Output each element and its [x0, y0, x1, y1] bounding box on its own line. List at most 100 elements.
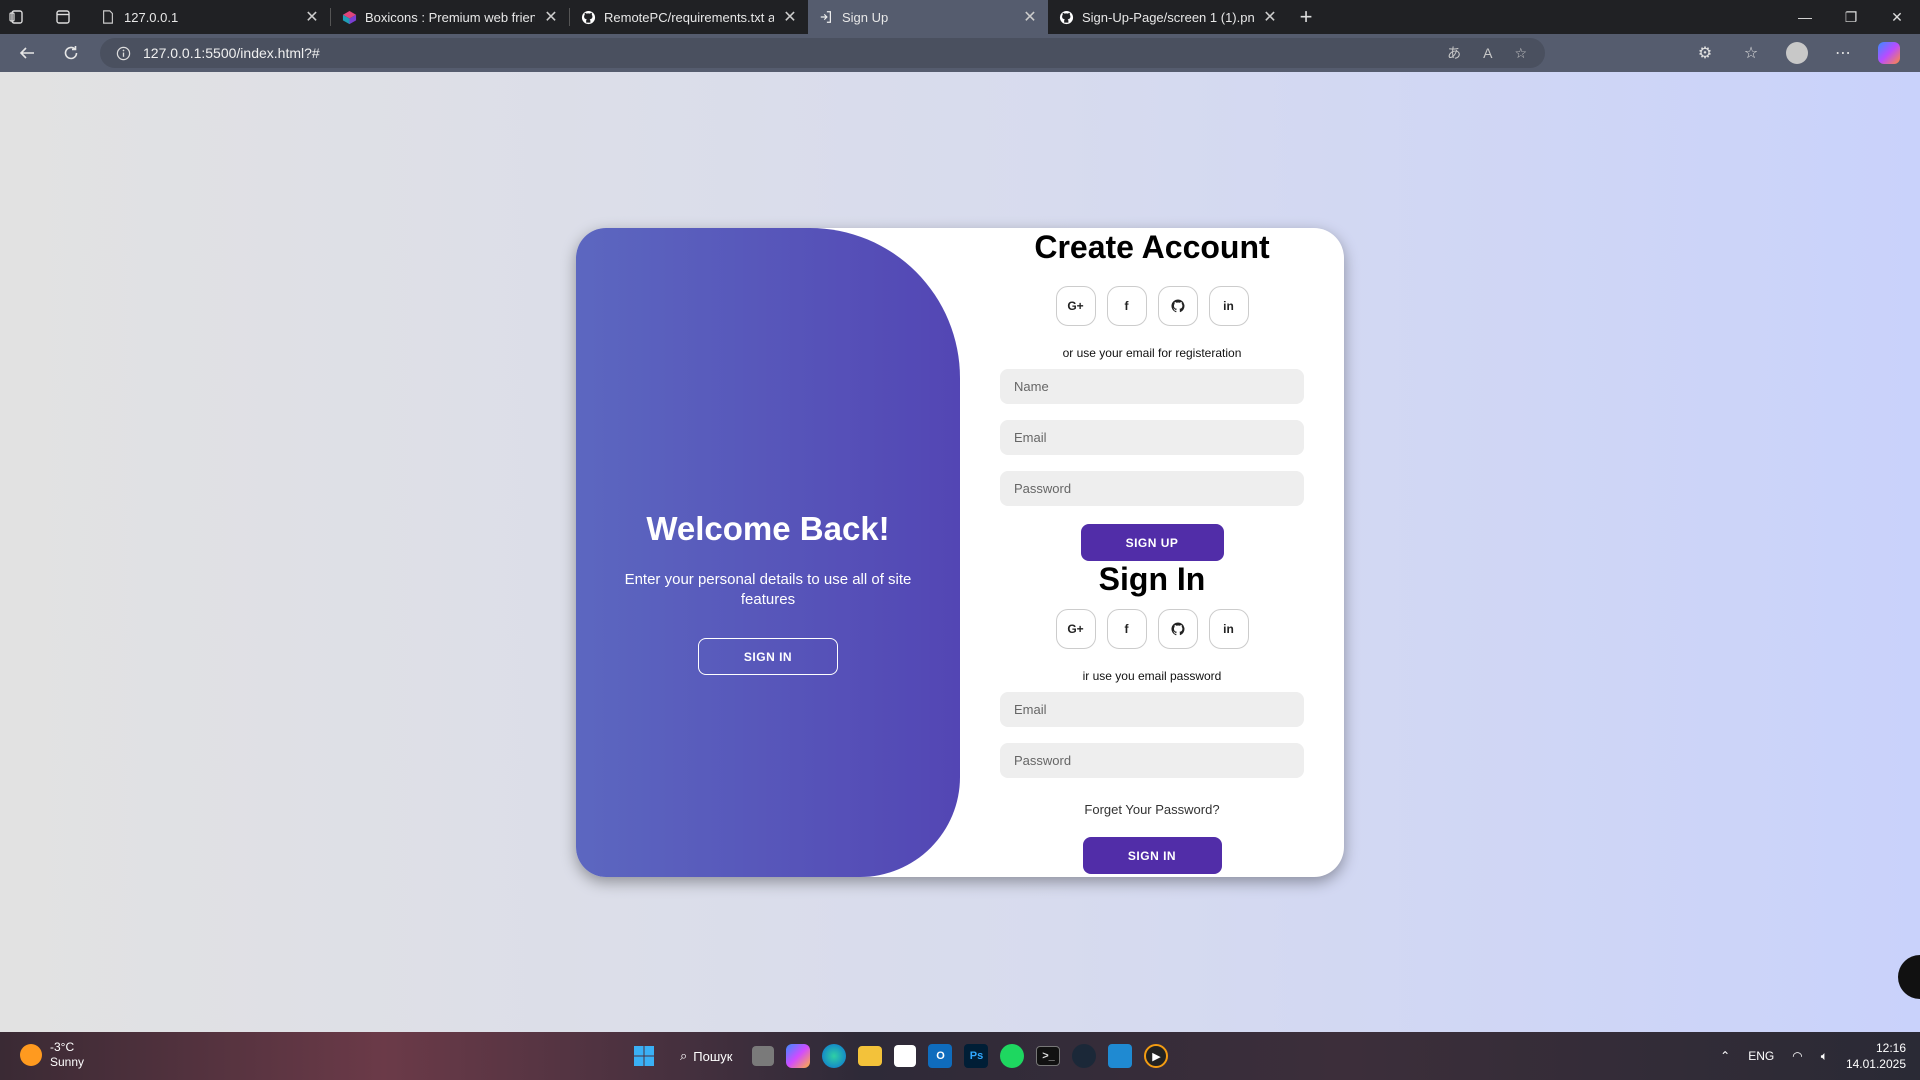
- close-tab-icon[interactable]: ✕: [543, 7, 559, 27]
- close-window-button[interactable]: ✕: [1874, 0, 1920, 34]
- signin-email-field[interactable]: [1000, 692, 1304, 727]
- signup-password-field[interactable]: [1000, 471, 1304, 506]
- sign-in-title: Sign In: [1098, 561, 1206, 597]
- translate-icon[interactable]: あ: [1447, 43, 1461, 63]
- edge-browser-icon[interactable]: [822, 1044, 847, 1068]
- toggle-panel: Welcome Back! Enter your personal detail…: [576, 228, 960, 877]
- welcome-text: Enter your personal details to use all o…: [624, 571, 912, 608]
- clock-date: 14.01.2025: [1845, 1057, 1906, 1071]
- url-field[interactable]: 127.0.0.1:5500/index.html?# あ A ☆: [100, 38, 1545, 68]
- spotify-icon[interactable]: [1000, 1044, 1025, 1068]
- photoshop-icon[interactable]: Ps: [964, 1044, 989, 1068]
- sign-in-button[interactable]: SIGN IN: [1082, 837, 1222, 874]
- github-icon: [1058, 9, 1074, 25]
- sign-up-button[interactable]: SIGN UP: [1080, 524, 1224, 561]
- media-player-icon[interactable]: ▶: [1144, 1044, 1169, 1068]
- minimize-button[interactable]: —: [1782, 0, 1828, 34]
- tab-4-active[interactable]: Sign Up ✕: [808, 0, 1048, 34]
- google-plus-icon[interactable]: G+: [1055, 609, 1096, 649]
- signin-password-field[interactable]: [1000, 743, 1304, 778]
- taskbar: -3°C Sunny ⌕ Пошук O Ps >_ ▶ ⌃ ENG ◠ 🔈︎ …: [0, 1032, 1920, 1080]
- linkedin-icon[interactable]: in: [1208, 286, 1249, 326]
- new-tab-button[interactable]: +: [1288, 0, 1324, 34]
- boxicons-icon: [341, 9, 357, 25]
- google-plus-icon[interactable]: G+: [1055, 286, 1096, 326]
- signup-name-field[interactable]: [1000, 369, 1304, 404]
- outlook-icon[interactable]: O: [928, 1044, 953, 1068]
- more-menu-icon[interactable]: ⋯: [1820, 34, 1866, 72]
- github-icon: [580, 9, 596, 25]
- chevron-up-icon[interactable]: ⌃: [1720, 1049, 1730, 1063]
- page-viewport: Welcome Back! Enter your personal detail…: [0, 72, 1920, 1032]
- welcome-title: Welcome Back!: [646, 510, 890, 547]
- facebook-icon[interactable]: f: [1106, 609, 1147, 649]
- close-tab-icon[interactable]: ✕: [1022, 7, 1038, 27]
- weather-widget[interactable]: -3°C Sunny: [20, 1040, 84, 1070]
- toggle-sign-in-button[interactable]: SIGN IN: [698, 638, 838, 675]
- signin-page-icon: [818, 9, 834, 25]
- language-indicator[interactable]: ENG: [1748, 1049, 1774, 1063]
- signup-social-icons: G+ f in: [1055, 286, 1249, 326]
- signin-hint: ir use you email password: [1082, 669, 1222, 683]
- facebook-icon[interactable]: f: [1106, 286, 1147, 326]
- back-button[interactable]: [5, 34, 49, 72]
- microsoft-store-icon[interactable]: [894, 1045, 917, 1067]
- volume-icon[interactable]: 🔈︎: [1821, 1049, 1828, 1064]
- sun-icon: [20, 1044, 42, 1066]
- tab-title: 127.0.0.1: [124, 9, 179, 25]
- signup-email-field[interactable]: [1000, 420, 1304, 455]
- favorite-star-icon[interactable]: ☆: [1514, 45, 1527, 62]
- close-tab-icon[interactable]: ✕: [782, 7, 798, 27]
- workspaces-icon[interactable]: [0, 0, 34, 34]
- signin-social-icons: G+ f in: [1055, 609, 1249, 649]
- forgot-password-link[interactable]: Forget Your Password?: [1084, 802, 1219, 817]
- search-icon: ⌕: [680, 1048, 688, 1063]
- tab-title: RemotePC/requirements.txt at ma: [604, 9, 774, 25]
- tab-title: Boxicons : Premium web friendly i: [365, 9, 535, 25]
- tab-5[interactable]: Sign-Up-Page/screen 1 (1).png at ✕: [1048, 0, 1288, 34]
- taskbar-search[interactable]: ⌕ Пошук: [672, 1040, 740, 1072]
- copilot-icon[interactable]: [1878, 42, 1900, 64]
- system-tray: ⌃ ENG ◠ 🔈︎ 12:16 14.01.2025: [1720, 1040, 1906, 1072]
- site-info-icon[interactable]: [116, 46, 131, 61]
- clock-time: 12:16: [1875, 1041, 1906, 1055]
- auth-card: Welcome Back! Enter your personal detail…: [576, 228, 1344, 877]
- terminal-icon[interactable]: >_: [1036, 1046, 1061, 1066]
- tab-2[interactable]: Boxicons : Premium web friendly i ✕: [331, 0, 569, 34]
- weather-desc: Sunny: [50, 1055, 85, 1069]
- signup-hint: or use your email for registeration: [1062, 346, 1242, 360]
- vscode-icon[interactable]: [1108, 1044, 1133, 1068]
- clock[interactable]: 12:16 14.01.2025: [1846, 1040, 1906, 1072]
- window-controls: — ❐ ✕: [1782, 0, 1920, 34]
- tab-1[interactable]: 127.0.0.1 ✕: [90, 0, 330, 34]
- close-tab-icon[interactable]: ✕: [304, 7, 320, 27]
- browser-toolbar: ⚙ ☆ ⋯: [1682, 34, 1912, 72]
- page-icon: [100, 9, 116, 25]
- tab-bar: 127.0.0.1 ✕ Boxicons : Premium web frien…: [0, 0, 1920, 34]
- weather-temp: -3°C: [50, 1040, 75, 1054]
- restore-button[interactable]: ❐: [1828, 0, 1874, 34]
- extensions-icon[interactable]: ⚙: [1682, 34, 1728, 72]
- omnibox-actions: あ A ☆: [1447, 38, 1527, 68]
- reload-button[interactable]: [49, 34, 93, 72]
- address-bar: 127.0.0.1:5500/index.html?# あ A ☆ ⚙ ☆ ⋯: [0, 34, 1920, 72]
- create-account-title: Create Account: [1034, 229, 1270, 265]
- tab-actions-icon[interactable]: [46, 0, 80, 34]
- tab-3[interactable]: RemotePC/requirements.txt at ma ✕: [570, 0, 808, 34]
- task-view-icon[interactable]: [752, 1046, 775, 1066]
- tab-title: Sign-Up-Page/screen 1 (1).png at: [1082, 9, 1254, 25]
- favorites-icon[interactable]: ☆: [1728, 34, 1774, 72]
- github-icon[interactable]: [1157, 609, 1198, 649]
- copilot-app-icon[interactable]: [786, 1044, 811, 1068]
- wifi-icon[interactable]: ◠: [1792, 1049, 1802, 1063]
- file-explorer-icon[interactable]: [858, 1046, 883, 1066]
- windows-start-icon[interactable]: [628, 1040, 660, 1072]
- github-icon[interactable]: [1157, 286, 1198, 326]
- floating-edge-button[interactable]: [1898, 955, 1920, 999]
- taskbar-apps: ⌕ Пошук O Ps >_ ▶: [628, 1038, 1169, 1074]
- steam-icon[interactable]: [1072, 1044, 1097, 1068]
- linkedin-icon[interactable]: in: [1208, 609, 1249, 649]
- read-aloud-icon[interactable]: A: [1483, 45, 1492, 61]
- profile-avatar[interactable]: [1786, 42, 1808, 64]
- close-tab-icon[interactable]: ✕: [1262, 7, 1278, 27]
